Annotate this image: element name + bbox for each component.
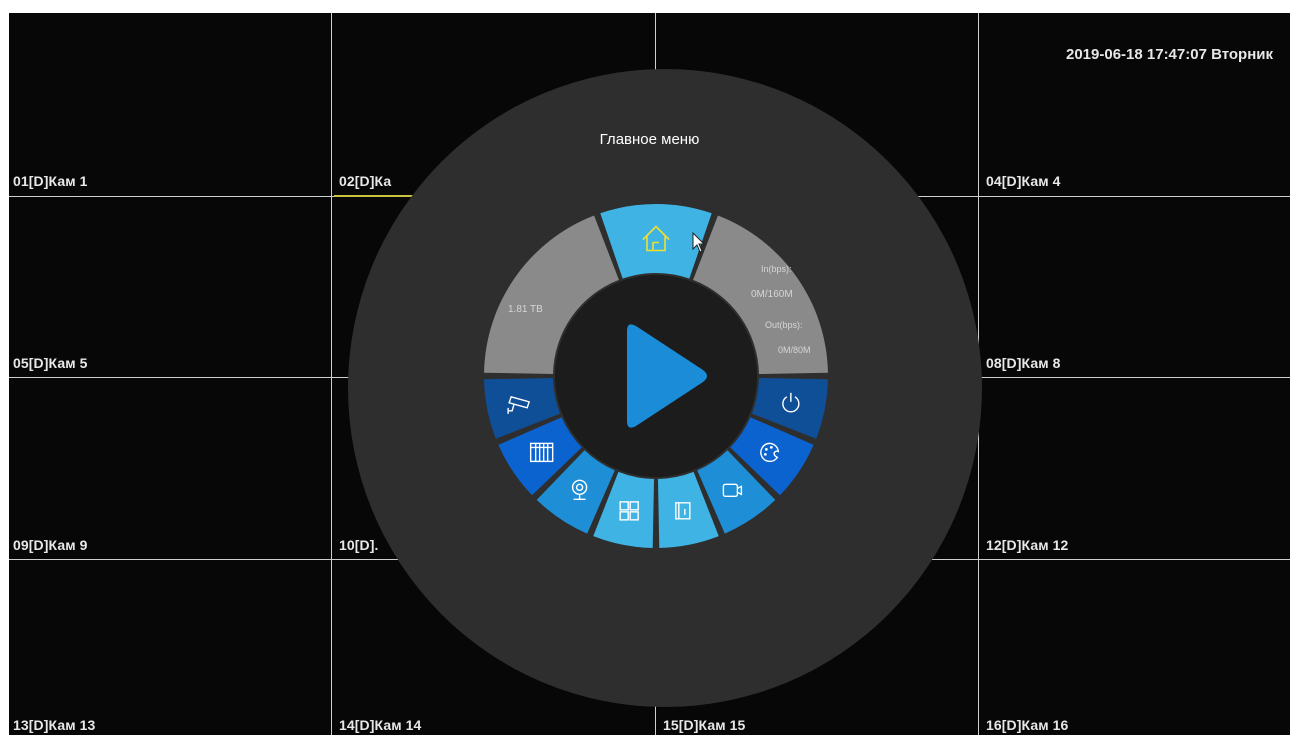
menu-wheel bbox=[484, 203, 828, 548]
net-in-label: In(bps): bbox=[761, 264, 792, 274]
camera-grid: 01[D]Кам 1 02[D]Ка 04[D]Кам 4 05[D]Кам 5… bbox=[9, 13, 1290, 735]
net-in-value: 0M/160M bbox=[751, 289, 793, 300]
net-out-value: 0M/80M bbox=[778, 345, 811, 355]
mouse-cursor-icon bbox=[692, 232, 706, 253]
storage-capacity: 1.81 TB bbox=[508, 304, 543, 315]
net-out-label: Out(bps): bbox=[765, 320, 803, 330]
